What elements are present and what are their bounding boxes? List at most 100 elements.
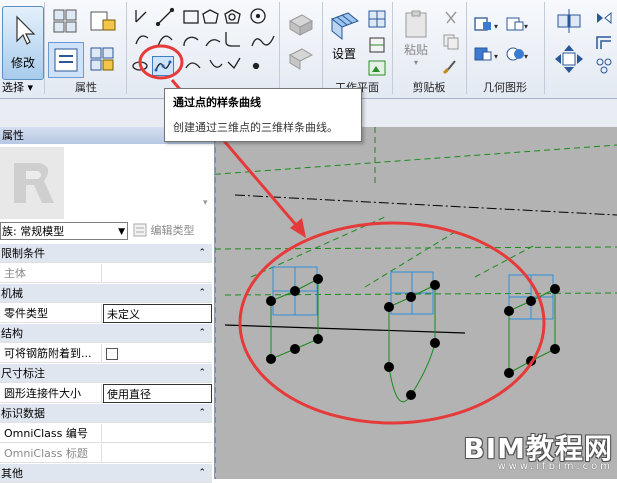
copy-icon bbox=[443, 34, 459, 50]
revit-logo-icon: ▾ bbox=[0, 147, 208, 219]
property-category[interactable]: 限制条件 ⌃ bbox=[0, 244, 212, 263]
line-icon bbox=[155, 7, 175, 27]
properties-button[interactable] bbox=[48, 42, 84, 78]
start-end-arc-icon bbox=[157, 35, 173, 47]
show-work-plane-button[interactable] bbox=[366, 8, 388, 30]
viewer-icon bbox=[368, 60, 386, 76]
set-work-plane-button[interactable]: 设置 bbox=[326, 8, 362, 64]
category-label: 标识数据 bbox=[1, 407, 45, 420]
align-icon bbox=[557, 9, 581, 33]
property-value[interactable] bbox=[103, 344, 212, 363]
svg-text:▾: ▾ bbox=[524, 22, 528, 31]
point-shape-2 bbox=[384, 271, 440, 402]
property-key: 可将钢筋附着到... bbox=[0, 344, 102, 363]
property-value[interactable]: 未定义 bbox=[103, 304, 212, 323]
separator bbox=[544, 2, 545, 94]
property-row[interactable]: OmniClass 标题 bbox=[0, 444, 212, 463]
blend-button[interactable] bbox=[284, 42, 318, 74]
polygon-icon bbox=[202, 9, 219, 24]
svg-text:▾: ▾ bbox=[494, 52, 498, 61]
edit-type-icon bbox=[133, 223, 147, 237]
property-row[interactable]: OmniClass 编号 bbox=[0, 424, 212, 443]
move-arrows-icon bbox=[555, 45, 583, 73]
property-value[interactable] bbox=[103, 444, 212, 463]
edit-type-button[interactable]: 编辑类型 bbox=[133, 222, 211, 240]
offset-button[interactable] bbox=[594, 32, 614, 52]
properties-icon bbox=[54, 48, 78, 72]
property-value[interactable]: 使用直径 bbox=[103, 384, 212, 403]
unjoin-button[interactable]: ▾ bbox=[472, 42, 502, 66]
property-row[interactable]: 圆形连接件大小 使用直径 bbox=[0, 384, 212, 403]
chevron-down-icon: ▾ bbox=[413, 58, 418, 67]
point-icon bbox=[252, 62, 260, 70]
type-selector-label: 族: 常规模型 bbox=[2, 225, 65, 238]
center-arc-icon bbox=[183, 36, 199, 47]
clipboard-panel-label: 剪贴板 bbox=[412, 81, 446, 94]
extrusion-button[interactable] bbox=[284, 8, 318, 40]
property-category[interactable]: 其他 ⌃ bbox=[0, 464, 212, 483]
join-button[interactable]: ▾ bbox=[472, 12, 502, 36]
property-row[interactable]: 主体 bbox=[0, 264, 212, 283]
modify-button[interactable]: 修改 bbox=[2, 6, 44, 80]
property-key: OmniClass 编号 bbox=[0, 424, 102, 443]
offset-icon bbox=[596, 36, 611, 49]
collapse-chevron-icon[interactable]: ⌃ bbox=[198, 404, 206, 423]
property-key: 圆形连接件大小 bbox=[0, 384, 102, 403]
collapse-chevron-icon[interactable]: ⌃ bbox=[198, 244, 206, 263]
collapse-chevron-icon[interactable]: ⌃ bbox=[198, 324, 206, 343]
spline-through-points-icon bbox=[154, 60, 172, 72]
mirror-button[interactable] bbox=[594, 8, 614, 28]
select-dropdown[interactable]: 选择 ▾ bbox=[2, 80, 42, 95]
collapse-chevron-icon[interactable]: ⌃ bbox=[198, 364, 206, 383]
array-button[interactable] bbox=[594, 56, 614, 76]
line-tool-icon bbox=[135, 10, 147, 23]
ribbon: 修改 选择 ▾ 属性 设置 粘贴 ▾ 剪贴板 ▾ ▾ ▾ ▾ 几何图形 bbox=[0, 0, 617, 99]
property-row[interactable]: 可将钢筋附着到... bbox=[0, 344, 212, 363]
svg-text:▾: ▾ bbox=[524, 52, 528, 61]
move-button[interactable] bbox=[552, 42, 586, 76]
level-line bbox=[234, 194, 617, 216]
arc-icon bbox=[135, 35, 149, 45]
match-type-button[interactable] bbox=[440, 56, 462, 76]
cut-geometry-button[interactable]: ▾ bbox=[504, 12, 532, 36]
spline-through-points-button[interactable] bbox=[152, 56, 174, 76]
tooltip: 通过点的样条曲线 创建通过三维点的三维样条曲线。 bbox=[164, 88, 362, 142]
property-category[interactable]: 结构 ⌃ bbox=[0, 324, 212, 343]
property-category[interactable]: 尺寸标注 ⌃ bbox=[0, 364, 212, 383]
fillet-arc-icon bbox=[225, 32, 240, 47]
property-row[interactable]: 零件类型 未定义 bbox=[0, 304, 212, 323]
cut-button[interactable] bbox=[440, 8, 462, 28]
collapse-chevron-icon[interactable]: ⌃ bbox=[198, 284, 206, 303]
copy-button[interactable] bbox=[440, 32, 462, 52]
reference-plane-button[interactable] bbox=[366, 34, 388, 56]
paste-button[interactable]: 粘贴 ▾ bbox=[398, 8, 434, 68]
brush-icon bbox=[442, 60, 456, 75]
collapse-chevron-icon[interactable]: ⌃ bbox=[198, 464, 206, 483]
checkbox[interactable] bbox=[106, 348, 118, 360]
property-category[interactable]: 标识数据 ⌃ bbox=[0, 404, 212, 423]
property-value[interactable] bbox=[103, 424, 212, 443]
property-value[interactable] bbox=[103, 264, 212, 283]
tangent-arc-icon bbox=[205, 39, 221, 47]
family-category-button[interactable] bbox=[86, 6, 120, 36]
point-shape-3 bbox=[504, 274, 560, 378]
property-category[interactable]: 机械 ⌃ bbox=[0, 284, 212, 303]
category-label: 限制条件 bbox=[1, 247, 45, 260]
ellipse-arc-icon bbox=[185, 62, 201, 69]
family-types-button[interactable] bbox=[50, 6, 80, 36]
type-selector[interactable]: 族: 常规模型 ▼ bbox=[0, 222, 128, 240]
work-plane-grid-icon bbox=[331, 11, 359, 40]
watermark-url: www.ifbim.com bbox=[497, 461, 613, 472]
property-key: 主体 bbox=[0, 264, 102, 283]
align-button[interactable] bbox=[552, 6, 586, 36]
viewer-button[interactable] bbox=[366, 58, 388, 78]
svg-text:▾: ▾ bbox=[203, 198, 208, 208]
category-label: 机械 bbox=[1, 287, 23, 300]
split-face-button[interactable]: ▾ bbox=[504, 42, 532, 66]
properties-panel-label: 属性 bbox=[75, 81, 97, 94]
select-label: 选择 bbox=[2, 81, 24, 94]
separator bbox=[392, 2, 393, 94]
chevron-down-icon: ▼ bbox=[118, 227, 125, 237]
type-properties-button[interactable] bbox=[86, 44, 120, 74]
clipboard-icon bbox=[405, 10, 427, 38]
